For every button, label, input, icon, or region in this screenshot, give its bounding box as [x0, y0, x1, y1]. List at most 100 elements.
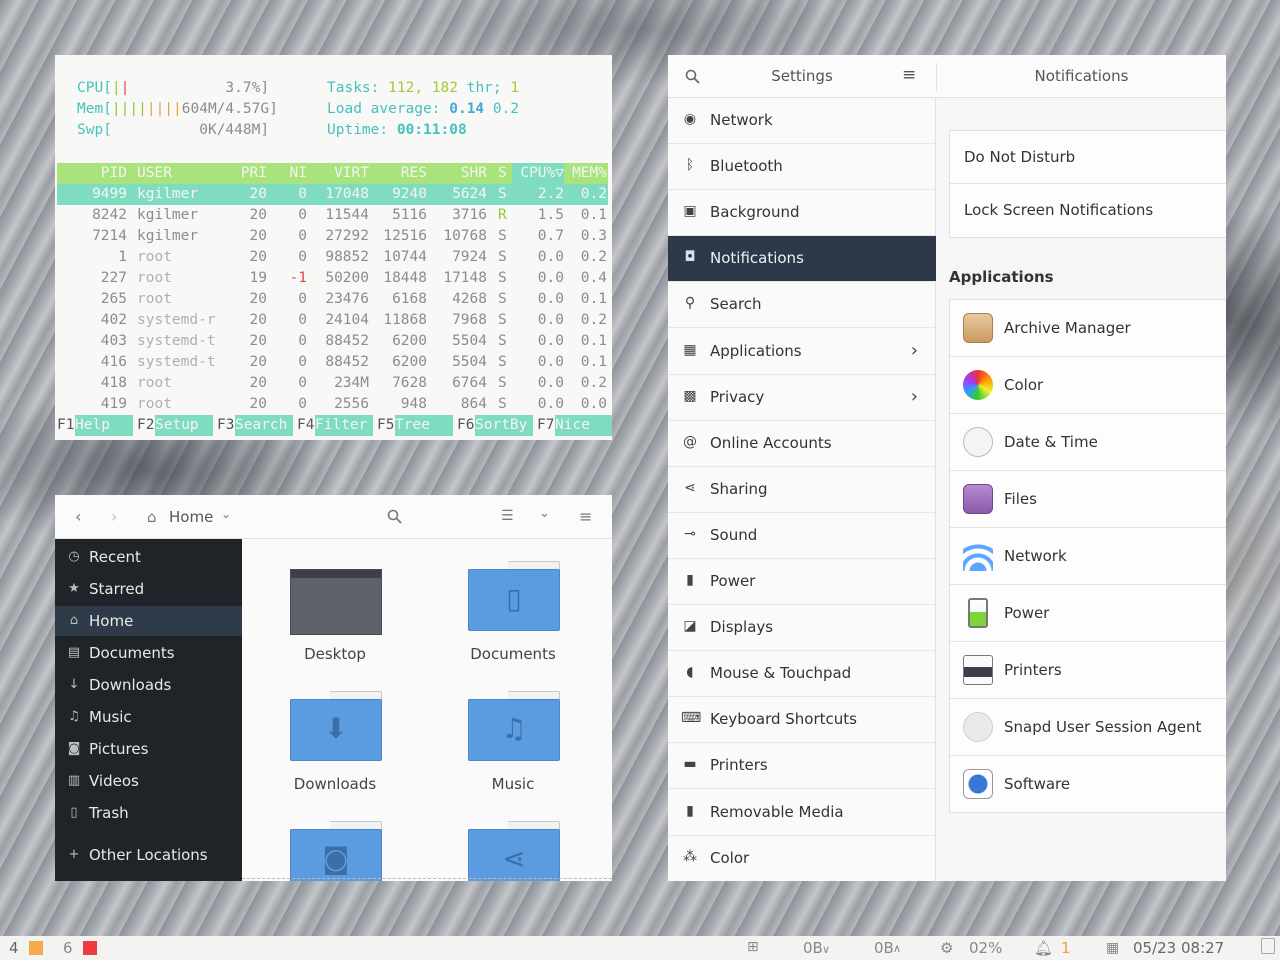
process-row[interactable]: 402 systemd-r 20 0 24104 11868 7968 S 0.0 0.2 [57, 310, 608, 331]
process-ni: 0 [298, 228, 307, 244]
file-item-desktop[interactable]: Desktop [260, 561, 410, 671]
col-pri[interactable]: PRI [217, 163, 267, 184]
col-pid[interactable]: PID [57, 163, 127, 184]
clock[interactable]: 05/23 08:27 [1133, 939, 1224, 957]
nav-item-sound[interactable]: ⊸ Sound [668, 513, 936, 559]
process-row[interactable]: 1 root 20 0 98852 10744 7924 S 0.0 0.2 [57, 247, 608, 268]
process-row[interactable]: 403 systemd-t 20 0 88452 6200 5504 S 0.0 0.1 [57, 331, 608, 352]
process-row[interactable]: 227 root 19 -1 50200 18448 17148 S 0.0 0.4 [57, 268, 608, 289]
fkey-f4-label[interactable]: Filter [315, 415, 373, 436]
process-row[interactable]: 419 root 20 0 2556 948 864 S 0.0 0.0 [57, 394, 608, 415]
htop-window[interactable]: CPU[|| 3.7%] Mem[||||||||604M/4.57G] Swp… [55, 55, 612, 440]
app-row-snapd-user-session-agent[interactable]: Snapd User Session Agent [950, 699, 1226, 756]
col-ni[interactable]: NI [267, 163, 307, 184]
process-pid: 227 [100, 270, 127, 286]
nav-item-printers[interactable]: ▬ Printers [668, 743, 936, 790]
process-s: S [498, 249, 507, 265]
file-item-downloads[interactable]: ⬇ Downloads [260, 691, 410, 801]
col-mem[interactable]: MEM% [562, 163, 607, 184]
nav-item-color[interactable]: ⁂ Color [668, 836, 936, 881]
nav-item-privacy[interactable]: ▩ Privacy › [668, 375, 936, 421]
fkey-f3-label[interactable]: Search [235, 415, 293, 436]
nav-item-bluetooth[interactable]: ᛒ Bluetooth [668, 144, 936, 191]
notification-count[interactable]: 1 [1061, 939, 1071, 957]
file-item-documents[interactable]: ▯ Documents [438, 561, 588, 671]
app-row-network[interactable]: Network [950, 528, 1226, 585]
panel-title: Notifications [1034, 67, 1129, 85]
sidebar-item-videos[interactable]: ▥ Videos [55, 766, 242, 796]
fkey-f1-label[interactable]: Help [75, 415, 133, 436]
col-res[interactable]: RES [367, 163, 427, 184]
app-row-date-time[interactable]: Date & Time [950, 414, 1226, 471]
app-row-power[interactable]: Power [950, 585, 1226, 642]
nav-item-removable-media[interactable]: ▮ Removable Media [668, 790, 936, 836]
file-item-public[interactable]: ⋖Public [438, 821, 588, 881]
list-view-icon[interactable]: ☰ [501, 508, 514, 524]
sidebar-item-pictures[interactable]: ◙ Pictures [55, 734, 242, 764]
sidebar-item-home[interactable]: ⌂ Home [55, 606, 242, 636]
workspace-6[interactable]: 6 [63, 939, 73, 957]
col-cpu[interactable]: CPU%▽ [512, 163, 564, 184]
sidebar-item-label: Recent [89, 548, 141, 566]
workspace-6-indicator[interactable] [83, 941, 97, 955]
col-state[interactable]: S [498, 163, 510, 184]
files-window[interactable]: ‹ › ⌂ Home ⌄ ☰ ⌄ ≡ ◷ Recent ★ Starred ⌂ Home ▤… [55, 495, 612, 881]
app-row-files[interactable]: Files [950, 471, 1226, 528]
app-row-software[interactable]: Software [950, 756, 1226, 813]
lock-screen-notifications-row[interactable]: Lock Screen Notifications [950, 184, 1226, 238]
nav-item-keyboard-shortcuts[interactable]: ⌨ Keyboard Shortcuts [668, 697, 936, 744]
window-list-icon[interactable] [1261, 938, 1275, 954]
nav-item-mouse-touchpad[interactable]: ◖ Mouse & Touchpad [668, 651, 936, 698]
sidebar-item-downloads[interactable]: ↓ Downloads [55, 670, 242, 700]
sidebar-item-starred[interactable]: ★ Starred [55, 574, 242, 604]
do-not-disturb-row[interactable]: Do Not Disturb [950, 131, 1226, 184]
location-label[interactable]: Home [169, 508, 213, 526]
app-row-color[interactable]: Color [950, 357, 1226, 414]
process-table-header[interactable]: PID USER PRI NI VIRT RES SHR S CPU%▽ MEM… [57, 163, 608, 184]
process-row[interactable]: 418 root 20 0 234M 7628 6764 S 0.0 0.2 [57, 373, 608, 394]
process-cpu: 0.0 [537, 291, 564, 307]
sidebar-item-trash[interactable]: ▯ Trash [55, 798, 242, 828]
nav-item-search[interactable]: ⚲ Search [668, 282, 936, 329]
col-shr[interactable]: SHR [427, 163, 487, 184]
nav-item-sharing[interactable]: ⋖ Sharing [668, 467, 936, 513]
chevron-down-icon[interactable]: ⌄ [221, 507, 231, 521]
fkey-f7-label[interactable]: Nice [555, 415, 612, 436]
bell-icon[interactable]: 🔔︎ [1034, 939, 1053, 957]
process-row[interactable]: 416 systemd-t 20 0 88452 6200 5504 S 0.0 0.1 [57, 352, 608, 373]
nav-item-background[interactable]: ▣ Background [668, 190, 936, 237]
process-row[interactable]: 7214 kgilmer 20 0 27292 12516 10768 S 0.7 0.3 [57, 226, 608, 247]
file-item-pictures[interactable]: ◙Pictures [260, 821, 410, 881]
nav-item-online-accounts[interactable]: @ Online Accounts [668, 421, 936, 467]
app-row-printers[interactable]: Printers [950, 642, 1226, 699]
col-virt[interactable]: VIRT [307, 163, 369, 184]
fkey-f2-label[interactable]: Setup [155, 415, 213, 436]
hamburger-menu-icon[interactable]: ≡ [902, 65, 916, 85]
sidebar-item-other-locations[interactable]: + Other Locations [55, 840, 242, 870]
app-row-archive-manager[interactable]: Archive Manager [950, 300, 1226, 357]
process-row[interactable]: 9499 kgilmer 20 0 17048 9240 5624 S 2.2 0.2 [57, 184, 608, 205]
workspace-4[interactable]: 4 [9, 939, 19, 957]
process-row[interactable]: 8242 kgilmer 20 0 11544 5116 3716 R 1.5 0.1 [57, 205, 608, 226]
nav-item-applications[interactable]: ▦ Applications › [668, 329, 936, 375]
fkey-f6-label[interactable]: SortBy [475, 415, 533, 436]
sidebar-item-documents[interactable]: ▤ Documents [55, 638, 242, 668]
search-icon[interactable] [387, 509, 403, 525]
nav-item-displays[interactable]: ◪ Displays [668, 605, 936, 652]
sidebar-item-recent[interactable]: ◷ Recent [55, 542, 242, 572]
back-icon[interactable]: ‹ [75, 507, 81, 526]
nav-item-notifications[interactable]: ◘ Notifications [668, 236, 936, 283]
process-row[interactable]: 265 root 20 0 23476 6168 4268 S 0.0 0.1 [57, 289, 608, 310]
workspace-4-indicator[interactable] [29, 941, 43, 955]
fkey-f5-label[interactable]: Tree [395, 415, 453, 436]
view-options-chevron-icon[interactable]: ⌄ [539, 506, 550, 521]
nav-item-power[interactable]: ▮ Power [668, 559, 936, 605]
process-mem: 0.3 [580, 228, 607, 244]
sidebar-item-music[interactable]: ♫ Music [55, 702, 242, 732]
nav-item-network[interactable]: ◉ Network [668, 98, 936, 144]
forward-icon[interactable]: › [111, 507, 117, 526]
file-item-music[interactable]: ♫ Music [438, 691, 588, 801]
process-virt: 11544 [325, 207, 369, 223]
settings-window[interactable]: Settings ≡ Notifications ◉ Network ᛒ Blueto… [668, 55, 1226, 881]
hamburger-menu-icon[interactable]: ≡ [579, 507, 592, 526]
